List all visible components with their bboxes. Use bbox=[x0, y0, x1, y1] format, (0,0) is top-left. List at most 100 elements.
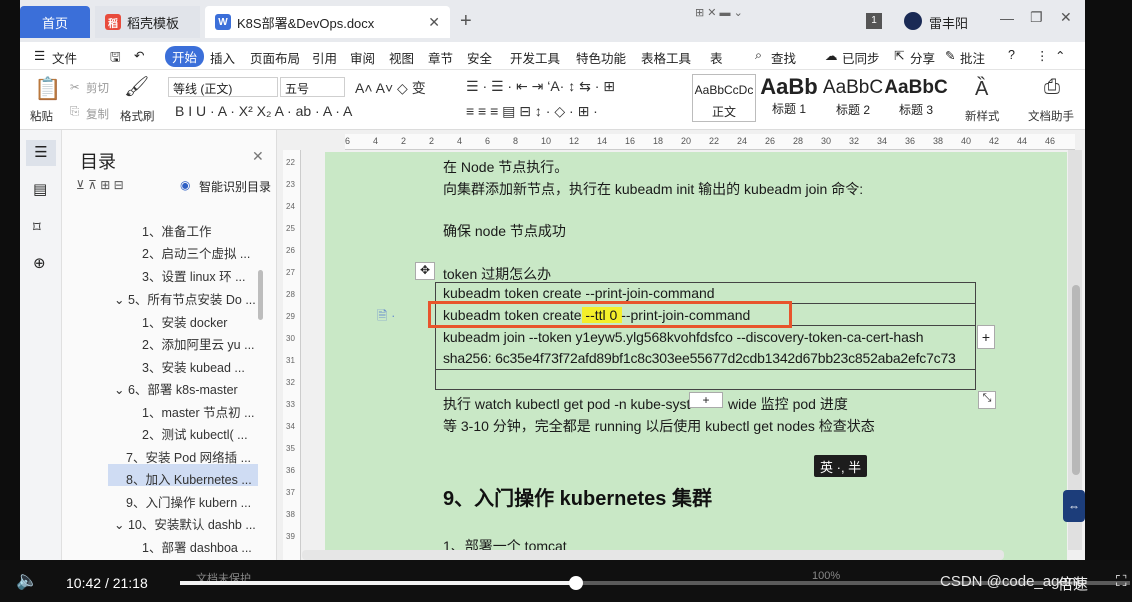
doc-paragraph[interactable]: 向集群添加新节点，执行在 kubeadm init 输出的 kubeadm jo… bbox=[443, 179, 863, 199]
toc-item[interactable]: 2、测试 kubectl( ... bbox=[142, 424, 248, 443]
menu-chapter[interactable]: 章节 bbox=[428, 48, 453, 67]
menu-security[interactable]: 安全 bbox=[467, 48, 492, 67]
new-style-button[interactable]: 新样式 bbox=[965, 108, 1000, 124]
doc-paragraph[interactable]: token 过期怎么办 bbox=[443, 264, 551, 284]
more-icon[interactable]: ⋮ bbox=[1036, 48, 1049, 63]
menu-special[interactable]: 特色功能 bbox=[576, 48, 626, 67]
smart-toc-button[interactable]: 智能识别目录 bbox=[199, 178, 271, 195]
toc-item[interactable]: 3、设置 linux 环 ... bbox=[142, 266, 246, 285]
menu-layout[interactable]: 页面布局 bbox=[250, 48, 300, 67]
menu-insert[interactable]: 插入 bbox=[210, 48, 235, 67]
toc-item[interactable]: 7、安装 Pod 网络插 ... bbox=[126, 447, 251, 466]
table-move-handle-icon[interactable]: ✥ bbox=[415, 262, 435, 280]
toc-scrollbar[interactable] bbox=[258, 270, 263, 320]
help-icon[interactable]: ? bbox=[1008, 48, 1015, 62]
hamburger-icon[interactable]: ☰ bbox=[34, 48, 45, 63]
table-cell[interactable]: kubeadm token create --print-join-comman… bbox=[443, 285, 715, 301]
tab-template[interactable]: 稻 稻壳模板 bbox=[95, 6, 200, 38]
fullscreen-icon[interactable]: ⛶ bbox=[1116, 573, 1127, 590]
volume-icon[interactable]: 🔈 bbox=[16, 570, 38, 591]
page-thumbnail-icon[interactable]: ▤ bbox=[33, 180, 47, 198]
save-icon[interactable]: 🖫 bbox=[110, 48, 121, 69]
paste-button[interactable]: 粘贴 bbox=[30, 108, 53, 124]
tab-list-icon[interactable]: ⊞ ✕ ▬ ⌄ bbox=[695, 6, 743, 19]
add-row-icon[interactable]: + bbox=[689, 392, 723, 408]
font-size-select[interactable]: 五号 bbox=[280, 77, 345, 97]
doc-paragraph[interactable]: 等 3-10 分钟，完全都是 running 以后使用 kubectl get … bbox=[443, 416, 875, 436]
menu-share[interactable]: 分享 bbox=[910, 48, 935, 67]
horizontal-ruler[interactable]: 6 4 2 2 4 6 8 10 12 14 16 18 20 22 24 26 28 30 32 34 36 38 40 4… bbox=[345, 134, 1075, 150]
find-icon[interactable]: ⊕ bbox=[33, 254, 46, 272]
section-heading[interactable]: 9、入门操作 kubernetes 集群 bbox=[443, 482, 712, 511]
font-family-select[interactable]: 等线 (正文) bbox=[168, 77, 278, 97]
toc-item-expanded[interactable]: ⌄ 6、部署 k8s-master bbox=[114, 379, 238, 398]
font-format-icons[interactable]: B I U · A · X² X₂ A · ab · A · A bbox=[175, 103, 352, 119]
menu-file[interactable]: 文件 bbox=[52, 48, 77, 67]
window-close-icon[interactable]: ✕ bbox=[1060, 9, 1072, 26]
alignment-icons[interactable]: ≡ ≡ ≡ ▤ ⊟ ↕ · ◇ · ⊞ · bbox=[466, 103, 598, 120]
minimize-icon[interactable]: — bbox=[1000, 10, 1014, 26]
toc-item-active[interactable]: 8、加入 Kubernetes ... bbox=[126, 469, 252, 488]
font-size-controls-icon[interactable]: A˄ A˅ ◇ 变 bbox=[355, 78, 426, 98]
menu-comment[interactable]: 批注 bbox=[960, 48, 985, 67]
floating-tool-icon[interactable]: ⇔ bbox=[1063, 490, 1085, 522]
comment-icon[interactable]: ✎ bbox=[945, 48, 955, 63]
menu-sync[interactable]: 已同步 bbox=[842, 48, 880, 67]
smart-toc-icon[interactable]: ◉ bbox=[180, 178, 190, 192]
new-tab-button[interactable]: + bbox=[460, 10, 472, 33]
tab-document[interactable]: W K8S部署&DevOps.docx ✕ bbox=[205, 6, 450, 38]
progress-handle[interactable] bbox=[569, 576, 583, 590]
vertical-scrollbar-thumb[interactable] bbox=[1072, 285, 1080, 475]
doc-paragraph[interactable]: 确保 node 节点成功 bbox=[443, 221, 566, 241]
undo-icon[interactable]: ↶ bbox=[134, 48, 144, 63]
paragraph-layout-icon[interactable]: 🗎 · bbox=[377, 307, 395, 329]
vertical-ruler[interactable]: 22 23 24 25 26 27 28 29 30 31 32 33 34 35 36 37 38 39 bbox=[283, 150, 301, 560]
user-name[interactable]: 雷丰阳 bbox=[929, 13, 968, 32]
share-icon[interactable]: ⇱ bbox=[894, 48, 904, 63]
ime-status-bar[interactable]: 英 ·, 半 bbox=[814, 455, 868, 477]
toc-item[interactable]: 2、添加阿里云 yu ... bbox=[142, 334, 255, 353]
toc-item[interactable]: 2、启动三个虚拟 ... bbox=[142, 243, 250, 262]
cut-icon[interactable]: ✂ bbox=[70, 80, 80, 94]
bookmark-icon[interactable]: ⌑ bbox=[33, 218, 41, 236]
table-resize-icon[interactable]: ⤡ bbox=[978, 391, 996, 409]
restore-icon[interactable]: ❐ bbox=[1030, 9, 1043, 26]
style-heading-2[interactable]: AaBbC 标题 2 bbox=[822, 74, 884, 122]
toc-expand-collapse-icons[interactable]: ⊻ ⊼ ⊞ ⊟ bbox=[76, 178, 124, 192]
search-icon[interactable]: ⌕ bbox=[755, 48, 762, 63]
avatar[interactable] bbox=[904, 12, 922, 30]
menu-search[interactable]: 查找 bbox=[771, 48, 796, 67]
cut-button[interactable]: 剪切 bbox=[86, 80, 109, 96]
style-heading-3[interactable]: AaBbC 标题 3 bbox=[884, 74, 948, 122]
format-painter-icon[interactable]: 🖌 bbox=[124, 74, 149, 99]
toc-item[interactable]: 1、准备工作 bbox=[142, 221, 211, 240]
toc-item[interactable]: 1、部署 dashboa ... bbox=[142, 537, 252, 556]
toc-item[interactable]: 3、安装 kubead ... bbox=[142, 357, 245, 376]
toc-item[interactable]: 9、入门操作 kubern ... bbox=[126, 492, 251, 511]
table-cell[interactable]: kubeadm join --token y1eyw5.ylg568kvohfd… bbox=[443, 329, 923, 345]
close-toc-icon[interactable]: ✕ bbox=[252, 148, 264, 165]
sync-icon[interactable]: ☁ bbox=[825, 48, 838, 63]
table-cell[interactable]: sha256: 6c35e4f73f72afd89bf1c8c303ee5567… bbox=[443, 350, 956, 366]
playback-speed-button[interactable]: 倍速 bbox=[1058, 573, 1088, 594]
toc-item-expanded[interactable]: ⌄ 10、安装默认 dashb ... bbox=[114, 514, 256, 533]
horizontal-scrollbar[interactable] bbox=[302, 550, 1004, 560]
style-heading-1[interactable]: AaBb 标题 1 bbox=[758, 74, 820, 122]
doc-helper-icon[interactable]: ⎙ bbox=[1044, 76, 1060, 99]
paste-icon[interactable]: 📋 bbox=[34, 76, 61, 102]
add-column-icon[interactable]: + bbox=[977, 325, 995, 349]
list-format-icons[interactable]: ☰ · ☰ · ⇤ ⇥ ‘A· ↕ ⇆ · ⊞ bbox=[466, 78, 615, 95]
tab-home[interactable]: 首页 bbox=[20, 6, 90, 38]
menu-table-tools[interactable]: 表格工具 bbox=[641, 48, 691, 67]
menu-devtools[interactable]: 开发工具 bbox=[510, 48, 560, 67]
style-normal[interactable]: AaBbCcDc 正文 bbox=[692, 74, 756, 122]
menu-review[interactable]: 审阅 bbox=[350, 48, 375, 67]
doc-paragraph[interactable]: 执行 watch kubectl get pod -n kube-syst bbox=[443, 394, 690, 414]
menu-view[interactable]: 视图 bbox=[389, 48, 414, 67]
copy-button[interactable]: 复制 bbox=[86, 106, 109, 122]
format-painter-button[interactable]: 格式刷 bbox=[120, 108, 155, 124]
window-count-badge[interactable]: 1 bbox=[866, 13, 882, 29]
menu-reference[interactable]: 引用 bbox=[312, 48, 337, 67]
toc-panel-icon[interactable]: ☰ bbox=[26, 140, 56, 166]
toc-item-expanded[interactable]: ⌄ 5、所有节点安装 Do ... bbox=[114, 289, 256, 308]
